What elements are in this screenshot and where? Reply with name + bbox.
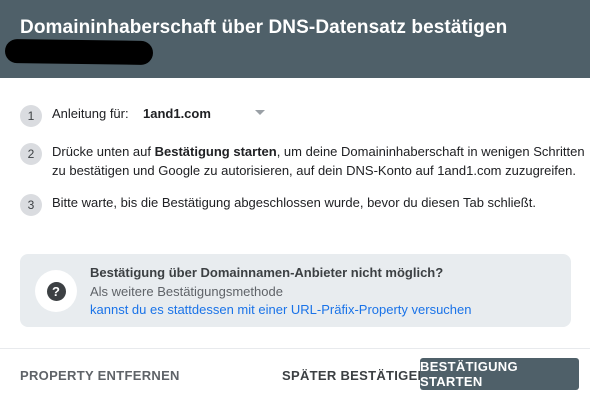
step-number-2: 2 [20,143,42,165]
redaction-mark [4,38,154,66]
question-mark-icon: ? [35,270,77,312]
provider-label: Anleitung für: [52,106,129,121]
info-title: Bestätigung über Domainnamen-Anbieter ni… [90,265,444,280]
step-number-1: 1 [20,105,42,127]
step-3-text: Bitte warte, bis die Bestätigung abgesch… [52,195,536,210]
info-subtitle: Als weitere Bestätigungsmethode [90,284,283,299]
step-2-line-1-after: , um deine Domaininhaberschaft in wenige… [276,144,585,159]
step-2-bold: Bestätigung starten [154,144,277,159]
dialog-header: Domaininhaberschaft über DNS-Datensatz b… [0,0,590,78]
footer-divider [0,348,590,349]
provider-dropdown[interactable]: 1and1.com [143,106,265,124]
alternative-method-box: ? Bestätigung über Domainnamen-Anbieter … [20,254,571,327]
step-2-text: Drücke unten auf Bestätigung starten, um… [52,142,585,180]
step-2-line-2: zu bestätigen und Google zu autorisieren… [52,163,576,178]
url-prefix-link[interactable]: kannst du es stattdessen mit einer URL-P… [90,302,472,317]
dropdown-arrow-icon [255,110,265,115]
provider-value: 1and1.com [143,106,211,121]
step-2-line-1: Drücke unten auf Bestätigung starten, um… [52,142,585,161]
start-verification-button[interactable]: BESTÄTIGUNG STARTEN [420,358,579,390]
step-2-line-1-before: Drücke unten auf [52,144,155,159]
verify-later-button[interactable]: SPÄTER BESTÄTIGEN [282,360,427,390]
step-number-3: 3 [20,194,42,216]
remove-property-button[interactable]: PROPERTY ENTFERNEN [20,360,180,390]
dialog-title: Domaininhaberschaft über DNS-Datensatz b… [20,17,508,38]
